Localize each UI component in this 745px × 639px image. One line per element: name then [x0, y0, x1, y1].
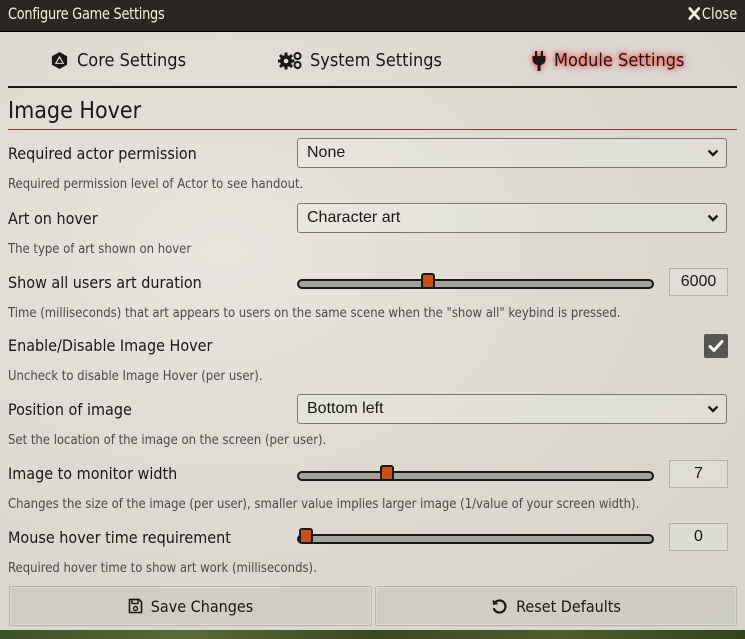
tab-label: System Settings	[310, 50, 442, 71]
slider-thumb[interactable]	[299, 528, 313, 544]
d20-icon	[51, 51, 68, 70]
save-label: Save Changes	[150, 596, 254, 616]
setting-label: Image to monitor width	[8, 464, 178, 483]
enable-image-hover-checkbox[interactable]	[704, 334, 728, 358]
select-value: None	[307, 144, 346, 161]
image-monitor-width-slider[interactable]	[297, 465, 654, 487]
setting-label: Mouse hover time requirement	[8, 528, 231, 547]
settings-window: Configure Game Settings Close Core Setti…	[0, 0, 745, 630]
chevron-down-icon	[707, 214, 719, 222]
show-all-duration-slider[interactable]	[297, 273, 654, 295]
section-title: Image Hover	[8, 98, 142, 124]
art-on-hover-select[interactable]: Character art	[297, 203, 727, 233]
settings-tabs: Core Settings System Settings Module Set…	[8, 32, 737, 88]
slider-track[interactable]	[297, 534, 654, 544]
setting-label: Required actor permission	[8, 144, 197, 163]
show-all-duration-value: 6000	[669, 268, 728, 296]
setting-hint: The type of art shown on hover	[8, 241, 192, 257]
checkmark-icon	[708, 340, 724, 352]
setting-hint: Changes the size of the image (per user)…	[8, 496, 640, 512]
background-canvas	[0, 630, 745, 639]
save-icon	[128, 598, 143, 614]
select-value: Character art	[307, 209, 401, 226]
save-changes-button[interactable]: Save Changes	[9, 586, 372, 626]
setting-label: Show all users art duration	[8, 273, 202, 292]
tab-core-settings[interactable]: Core Settings	[50, 50, 186, 71]
slider-track[interactable]	[297, 279, 654, 289]
close-label: Close	[701, 4, 737, 23]
chevron-down-icon	[707, 405, 719, 413]
setting-label: Enable/Disable Image Hover	[8, 336, 213, 355]
undo-icon	[492, 598, 507, 614]
reset-defaults-button[interactable]: Reset Defaults	[375, 586, 737, 626]
select-value: Bottom left	[307, 400, 384, 417]
reset-label: Reset Defaults	[516, 596, 621, 616]
chevron-down-icon	[707, 149, 719, 157]
tab-label: Module Settings	[554, 50, 685, 71]
window-title: Configure Game Settings	[8, 4, 165, 23]
setting-hint: Set the location of the image on the scr…	[8, 432, 327, 448]
tab-label: Core Settings	[77, 50, 187, 71]
plug-icon	[532, 50, 546, 71]
required-permission-select[interactable]: None	[297, 138, 727, 168]
tab-module-settings[interactable]: Module Settings	[532, 50, 684, 71]
setting-hint: Required hover time to show art work (mi…	[8, 560, 317, 576]
setting-hint: Uncheck to disable Image Hover (per user…	[8, 368, 263, 384]
close-icon	[688, 7, 700, 20]
setting-hint: Time (milliseconds) that art appears to …	[8, 305, 621, 321]
slider-thumb[interactable]	[380, 465, 395, 481]
section-header: Image Hover	[8, 98, 737, 130]
slider-thumb[interactable]	[421, 273, 436, 289]
window-titlebar[interactable]: Configure Game Settings Close	[0, 0, 745, 32]
slider-track[interactable]	[297, 471, 654, 481]
tab-system-settings[interactable]: System Settings	[278, 50, 442, 71]
setting-hint: Required permission level of Actor to se…	[8, 176, 304, 192]
image-monitor-width-value: 7	[669, 460, 728, 488]
cogs-icon	[278, 52, 302, 70]
setting-label: Art on hover	[8, 209, 98, 228]
setting-label: Position of image	[8, 400, 132, 419]
hover-time-slider[interactable]	[297, 528, 654, 550]
position-of-image-select[interactable]: Bottom left	[297, 394, 727, 424]
close-button[interactable]: Close	[688, 4, 737, 23]
hover-time-value: 0	[669, 523, 728, 551]
